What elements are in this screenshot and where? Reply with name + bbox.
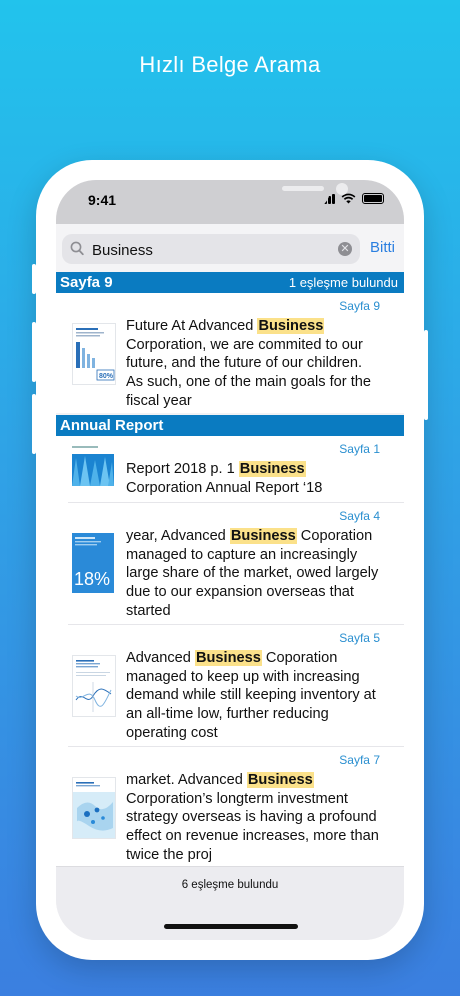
section-header-annual-report: Annual Report [56, 415, 404, 436]
search-result[interactable]: 18% Sayfa 4 year, Advanced Business Copo… [56, 503, 404, 625]
thumbnail-label: 80% [99, 373, 114, 380]
thumbnail-label: 18% [74, 569, 110, 589]
search-result[interactable]: Sayfa 1 Report 2018 p. 1 Business Corpor… [56, 436, 404, 503]
match-highlight: Business [257, 318, 325, 334]
result-snippet: market. Advanced Business Corporation’s … [126, 772, 379, 863]
volume-up-button [32, 322, 36, 382]
page-thumbnail: 80% [72, 323, 116, 385]
power-button [424, 330, 428, 420]
page-thumbnail [72, 655, 116, 717]
page-thumbnail [72, 444, 114, 496]
result-page-label: Sayfa 4 [339, 509, 380, 523]
section-header-sayfa-9: Sayfa 9 1 eşleşme bulundu [56, 272, 404, 293]
phone-frame: 9:41 Business ✕ Bitti Sayfa 9 1 eşleşme … [32, 160, 428, 960]
match-highlight: Business [238, 461, 306, 477]
page-thumbnail [72, 777, 116, 839]
result-page-label: Sayfa 5 [339, 631, 380, 645]
notch [130, 180, 348, 210]
total-match-count: 6 eşleşme bulundu [181, 879, 279, 891]
status-icons [320, 193, 384, 204]
result-page-label: Sayfa 9 [339, 299, 380, 313]
result-snippet: Advanced Business Coporation managed to … [126, 650, 376, 741]
app-headline: Hızlı Belge Arama [139, 52, 321, 77]
result-snippet: Future At Advanced Business Corporation,… [126, 318, 371, 409]
search-result[interactable]: Sayfa 5 Advanced Business Coporation man… [56, 625, 404, 747]
match-highlight: Business [194, 650, 262, 666]
result-snippet: year, Advanced Business Coporation manag… [126, 528, 379, 619]
result-snippet: Report 2018 p. 1 Business Corporation An… [126, 461, 323, 496]
phone-screen: 9:41 Business ✕ Bitti Sayfa 9 1 eşleşme … [56, 180, 404, 940]
search-result[interactable]: 80% Sayfa 9 Future At Advanced Business … [56, 293, 404, 413]
match-highlight: Business [246, 772, 314, 788]
section-match-count: 1 eşleşme bulundu [288, 275, 398, 290]
status-time: 9:41 [88, 192, 117, 208]
mute-switch [32, 264, 36, 294]
front-camera [336, 183, 348, 195]
search-input[interactable] [90, 238, 334, 262]
section-title: Sayfa 9 [60, 274, 113, 291]
result-page-label: Sayfa 7 [339, 753, 380, 767]
section-title: Annual Report [60, 417, 164, 434]
search-icon [70, 241, 84, 256]
page-thumbnail: 18% [72, 533, 114, 593]
home-indicator[interactable] [164, 924, 298, 929]
search-bar: ✕ Bitti [56, 224, 404, 275]
volume-down-button [32, 394, 36, 454]
clear-search-icon[interactable]: ✕ [338, 242, 352, 256]
done-button[interactable]: Bitti [370, 239, 395, 256]
search-result[interactable]: Sayfa 7 market. Advanced Business Corpor… [56, 747, 404, 866]
match-highlight: Business [229, 528, 297, 544]
search-field[interactable]: ✕ [62, 234, 360, 264]
battery-icon [362, 193, 384, 204]
result-page-label: Sayfa 1 [339, 442, 380, 456]
speaker-grille [282, 186, 324, 191]
